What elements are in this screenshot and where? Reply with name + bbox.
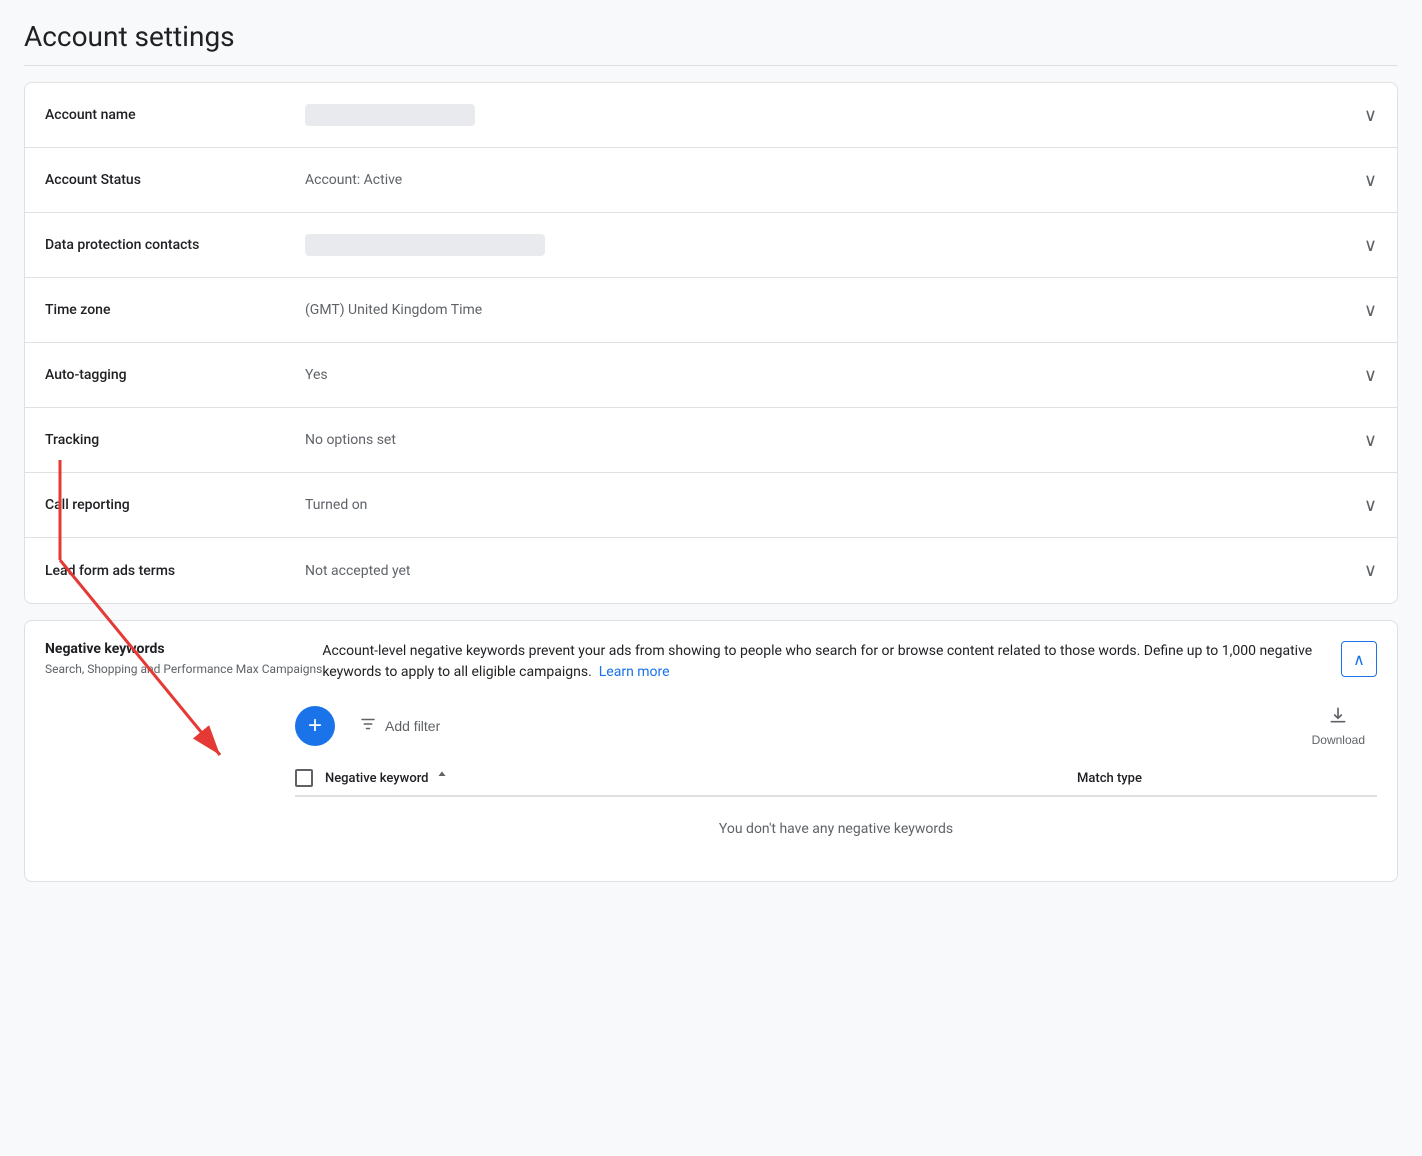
- negative-keywords-header: Negative keywords Search, Shopping and P…: [25, 621, 1397, 683]
- auto-tagging-label: Auto-tagging: [45, 367, 305, 383]
- empty-state-message: You don't have any negative keywords: [295, 797, 1377, 861]
- call-reporting-value: Turned on: [305, 497, 1364, 513]
- add-negative-keyword-button[interactable]: +: [295, 706, 335, 746]
- account-status-row[interactable]: Account Status Account: Active ∨: [25, 148, 1397, 213]
- call-reporting-row[interactable]: Call reporting Turned on ∨: [25, 473, 1397, 538]
- account-status-value: Account: Active: [305, 172, 1364, 188]
- call-reporting-chevron: ∨: [1364, 495, 1377, 516]
- col-keyword-header: Negative keyword: [325, 769, 1077, 787]
- nk-toggle-button[interactable]: ∧: [1341, 641, 1377, 677]
- download-button[interactable]: Download: [1300, 699, 1377, 753]
- settings-section: Account name ∨ Account Status Account: A…: [24, 82, 1398, 604]
- account-name-label: Account name: [45, 107, 305, 123]
- nk-title: Negative keywords: [45, 641, 322, 657]
- negative-keywords-section: Negative keywords Search, Shopping and P…: [24, 620, 1398, 882]
- col-keyword-label: Negative keyword: [325, 771, 429, 786]
- time-zone-chevron: ∨: [1364, 300, 1377, 321]
- download-icon: [1328, 705, 1348, 731]
- account-name-chevron: ∨: [1364, 105, 1377, 126]
- add-filter-button[interactable]: Add filter: [347, 709, 452, 744]
- nk-description-text: Account-level negative keywords prevent …: [322, 643, 1312, 680]
- auto-tagging-value: Yes: [305, 367, 1364, 383]
- data-protection-chevron: ∨: [1364, 235, 1377, 256]
- tracking-value: No options set: [305, 432, 1364, 448]
- col-matchtype-header: Match type: [1077, 771, 1377, 786]
- account-name-row[interactable]: Account name ∨: [25, 83, 1397, 148]
- page-title: Account settings: [24, 20, 1398, 66]
- chevron-up-icon: ∧: [1353, 650, 1365, 669]
- sort-asc-icon[interactable]: [435, 769, 449, 787]
- account-status-label: Account Status: [45, 172, 305, 188]
- lead-form-value: Not accepted yet: [305, 563, 1364, 579]
- lead-form-row[interactable]: Lead form ads terms Not accepted yet ∨: [25, 538, 1397, 603]
- tracking-row[interactable]: Tracking No options set ∨: [25, 408, 1397, 473]
- data-protection-label: Data protection contacts: [45, 237, 305, 253]
- lead-form-label: Lead form ads terms: [45, 563, 305, 579]
- data-protection-row[interactable]: Data protection contacts ∨: [25, 213, 1397, 278]
- tracking-chevron: ∨: [1364, 430, 1377, 451]
- time-zone-label: Time zone: [45, 302, 305, 318]
- nk-toolbar: + Add filter Downl: [25, 683, 1397, 761]
- tracking-label: Tracking: [45, 432, 305, 448]
- learn-more-link[interactable]: Learn more: [599, 664, 670, 680]
- account-status-chevron: ∨: [1364, 170, 1377, 191]
- data-protection-value: [305, 234, 1364, 256]
- select-all-checkbox[interactable]: [295, 769, 313, 787]
- auto-tagging-chevron: ∨: [1364, 365, 1377, 386]
- account-name-value: [305, 104, 1364, 126]
- nk-table-wrapper: Negative keyword Match type You don't ha…: [25, 761, 1397, 881]
- filter-icon: [359, 715, 377, 738]
- nk-subtitle: Search, Shopping and Performance Max Cam…: [45, 661, 322, 678]
- call-reporting-label: Call reporting: [45, 497, 305, 513]
- time-zone-row[interactable]: Time zone (GMT) United Kingdom Time ∨: [25, 278, 1397, 343]
- lead-form-chevron: ∨: [1364, 560, 1377, 581]
- plus-icon: +: [308, 712, 322, 740]
- nk-table-header: Negative keyword Match type: [295, 761, 1377, 797]
- nk-left-panel: Negative keywords Search, Shopping and P…: [45, 641, 322, 678]
- add-filter-label: Add filter: [385, 718, 440, 734]
- nk-description: Account-level negative keywords prevent …: [322, 641, 1341, 683]
- auto-tagging-row[interactable]: Auto-tagging Yes ∨: [25, 343, 1397, 408]
- time-zone-value: (GMT) United Kingdom Time: [305, 302, 1364, 318]
- download-label: Download: [1312, 733, 1365, 747]
